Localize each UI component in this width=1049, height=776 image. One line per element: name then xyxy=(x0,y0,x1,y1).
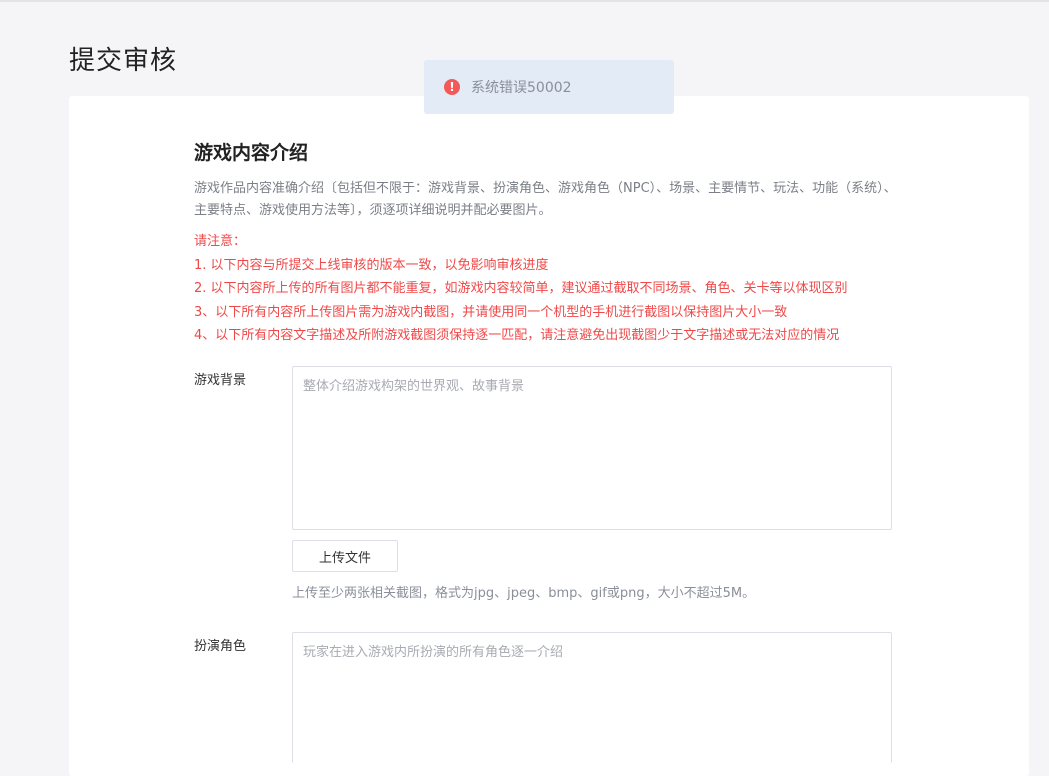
page-title: 提交审核 xyxy=(69,46,178,76)
notice-title: 请注意： xyxy=(194,234,247,249)
role-label: 扮演角色 xyxy=(194,639,247,654)
top-border xyxy=(0,0,1049,2)
section-description: 游戏作品内容准确介绍〔包括但不限于：游戏背景、扮演角色、游戏角色（NPC）、场景… xyxy=(194,181,897,218)
background-label: 游戏背景 xyxy=(194,373,247,388)
intro-section: 游戏内容介绍 游戏作品内容准确介绍〔包括但不限于：游戏背景、扮演角色、游戏角色（… xyxy=(194,138,904,348)
upload-hint: 上传至少两张相关截图，格式为jpg、jpeg、bmp、gif或png，大小不超过… xyxy=(292,586,756,601)
error-toast: ! 系统错误50002 xyxy=(424,60,674,114)
error-icon: ! xyxy=(444,79,460,95)
notice-item: 4、以下所有内容文字描述及所附游戏截图须保持逐一匹配，请注意避免出现截图少于文字… xyxy=(194,328,840,343)
role-textarea[interactable]: 玩家在进入游戏内所扮演的所有角色逐一介绍 xyxy=(292,632,892,763)
notice-block: 请注意： 1. 以下内容与所提交上线审核的版本一致，以免影响审核进度 2. 以下… xyxy=(194,230,904,348)
section-title: 游戏内容介绍 xyxy=(194,142,309,164)
notice-item: 3、以下所有内容所上传图片需为游戏内截图，并请使用同一个机型的手机进行截图以保持… xyxy=(194,304,788,320)
toast-message: 系统错误50002 xyxy=(471,80,572,96)
notice-item: 2. 以下内容所上传的所有图片都不能重复，如游戏内容较简单，建议通过截取不同场景… xyxy=(194,281,848,296)
background-textarea[interactable]: 整体介绍游戏构架的世界观、故事背景 xyxy=(292,366,892,530)
upload-file-button[interactable]: 上传文件 xyxy=(292,540,398,572)
notice-item: 1. 以下内容与所提交上线审核的版本一致，以免影响审核进度 xyxy=(194,257,549,273)
